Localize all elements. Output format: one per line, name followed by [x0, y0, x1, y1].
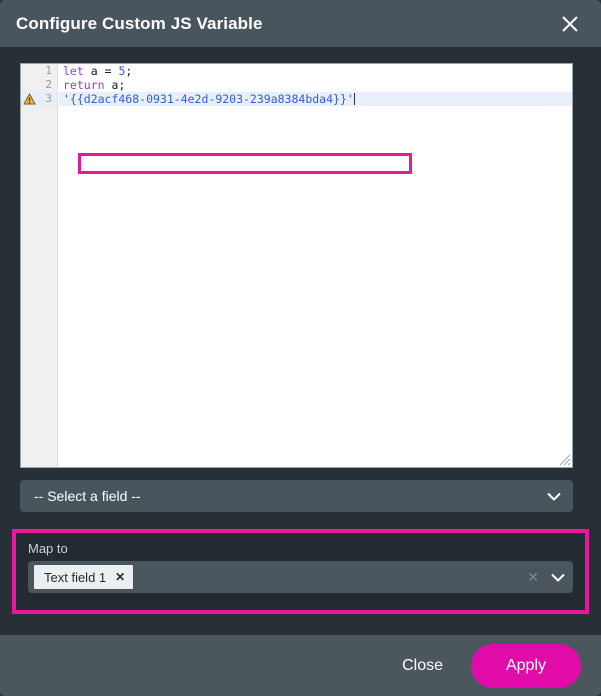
- map-to-panel: Map to Text field 1 ✕ ✕: [12, 529, 589, 614]
- code-token: '{{d2acf468-0931-4e2d-9203-239a8384bda4}…: [63, 92, 354, 106]
- code-token: a: [83, 64, 105, 78]
- close-icon: [562, 15, 578, 32]
- warning-triangle-icon: [23, 93, 36, 105]
- select-a-field-value: -- Select a field --: [34, 488, 141, 504]
- select-a-field-dropdown[interactable]: -- Select a field --: [20, 480, 573, 512]
- code-line: return a;: [59, 78, 572, 92]
- code-token: let: [63, 64, 84, 78]
- code-editor[interactable]: 1 2 3 let a = 5; return a; '{{d2acf468-0…: [20, 63, 573, 468]
- gutter-line-number: 3: [21, 92, 57, 106]
- apply-button[interactable]: Apply: [471, 643, 581, 688]
- selected-tag[interactable]: Text field 1 ✕: [34, 565, 134, 589]
- remove-tag-icon[interactable]: ✕: [115, 570, 125, 584]
- resize-grip-icon[interactable]: [557, 452, 571, 466]
- editor-code-area[interactable]: let a = 5; return a; '{{d2acf468-0931-4e…: [59, 64, 572, 467]
- map-to-label: Map to: [28, 541, 68, 556]
- close-button[interactable]: [557, 11, 583, 37]
- code-token: ;: [125, 64, 133, 78]
- dialog-footer: Close Apply: [0, 635, 601, 696]
- code-line-active: '{{d2acf468-0931-4e2d-9203-239a8384bda4}…: [59, 92, 572, 106]
- code-token: a;: [104, 78, 126, 92]
- selected-tag-label: Text field 1: [44, 569, 107, 585]
- code-line: let a = 5;: [59, 64, 572, 78]
- dialog-body: 1 2 3 let a = 5; return a; '{{d2acf468-0…: [0, 47, 601, 635]
- gutter-line-number: 2: [45, 78, 52, 91]
- chevron-down-icon[interactable]: [551, 573, 565, 582]
- gutter-line-number-text: 3: [45, 92, 52, 105]
- text-caret: [353, 93, 355, 105]
- close-button-footer[interactable]: Close: [386, 649, 459, 683]
- dialog-title: Configure Custom JS Variable: [16, 13, 263, 33]
- map-to-multiselect[interactable]: Text field 1 ✕ ✕: [28, 561, 573, 593]
- gutter-line-number: 1: [45, 64, 52, 77]
- editor-gutter: 1 2 3: [21, 64, 58, 467]
- dialog-titlebar: Configure Custom JS Variable: [0, 0, 601, 47]
- code-token: return: [63, 78, 105, 92]
- clear-all-icon[interactable]: ✕: [527, 569, 539, 586]
- code-token: =: [104, 64, 112, 78]
- chevron-down-icon: [547, 492, 561, 501]
